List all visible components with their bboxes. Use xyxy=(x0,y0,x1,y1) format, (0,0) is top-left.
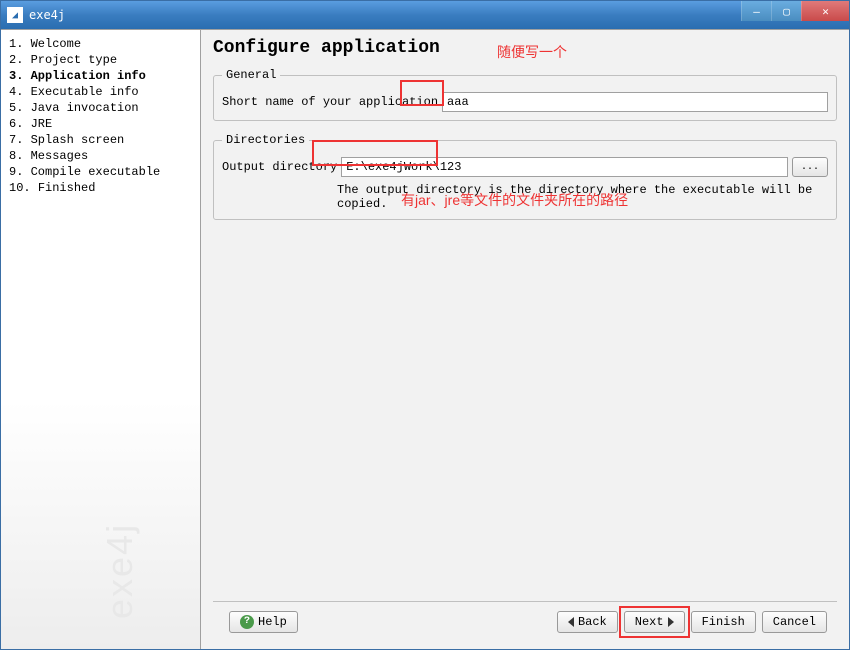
output-directory-label: Output directory xyxy=(222,160,337,174)
sidebar-item-finished[interactable]: 10. Finished xyxy=(9,180,192,196)
sidebar-item-executable-info[interactable]: 4. Executable info xyxy=(9,84,192,100)
sidebar-item-java-invocation[interactable]: 5. Java invocation xyxy=(9,100,192,116)
footer: ? Help Back Next Finish Cancel xyxy=(213,601,837,641)
sidebar-item-project-type[interactable]: 2. Project type xyxy=(9,52,192,68)
output-directory-input[interactable] xyxy=(341,157,788,177)
back-button[interactable]: Back xyxy=(557,611,618,633)
general-group: General Short name of your application xyxy=(213,68,837,121)
general-legend: General xyxy=(222,68,280,82)
directories-legend: Directories xyxy=(222,133,309,147)
window-title: exe4j xyxy=(29,8,65,22)
sidebar-item-application-info[interactable]: 3. Application info xyxy=(9,68,192,84)
minimize-button[interactable]: — xyxy=(741,1,771,21)
browse-button[interactable]: ... xyxy=(792,157,828,177)
sidebar-item-splash-screen[interactable]: 7. Splash screen xyxy=(9,132,192,148)
help-button[interactable]: ? Help xyxy=(229,611,298,633)
cancel-button[interactable]: Cancel xyxy=(762,611,827,633)
sidebar: 1. Welcome 2. Project type 3. Applicatio… xyxy=(1,30,201,649)
annotation-bottom: 有jar、jre等文件的文件夹所在的路径 xyxy=(401,190,628,210)
sidebar-item-compile-executable[interactable]: 9. Compile executable xyxy=(9,164,192,180)
maximize-button[interactable]: ▢ xyxy=(771,1,801,21)
next-button[interactable]: Next xyxy=(624,611,685,633)
content: 1. Welcome 2. Project type 3. Applicatio… xyxy=(1,29,849,649)
main-panel: Configure application General Short name… xyxy=(201,30,849,649)
app-icon: ◢ xyxy=(7,7,23,23)
arrow-left-icon xyxy=(568,617,574,627)
sidebar-item-jre[interactable]: 6. JRE xyxy=(9,116,192,132)
shortname-label: Short name of your application xyxy=(222,95,438,109)
close-button[interactable]: ✕ xyxy=(801,1,849,21)
titlebar[interactable]: ◢ exe4j — ▢ ✕ xyxy=(1,1,849,29)
sidebar-item-welcome[interactable]: 1. Welcome xyxy=(9,36,192,52)
help-icon: ? xyxy=(240,615,254,629)
window-controls: — ▢ ✕ xyxy=(741,1,849,21)
sidebar-item-messages[interactable]: 8. Messages xyxy=(9,148,192,164)
window: ◢ exe4j — ▢ ✕ 1. Welcome 2. Project type… xyxy=(0,0,850,650)
shortname-input[interactable] xyxy=(442,92,828,112)
watermark: exe4j xyxy=(99,523,141,619)
finish-button[interactable]: Finish xyxy=(691,611,756,633)
arrow-right-icon xyxy=(668,617,674,627)
annotation-top: 随便写一个 xyxy=(497,42,567,62)
